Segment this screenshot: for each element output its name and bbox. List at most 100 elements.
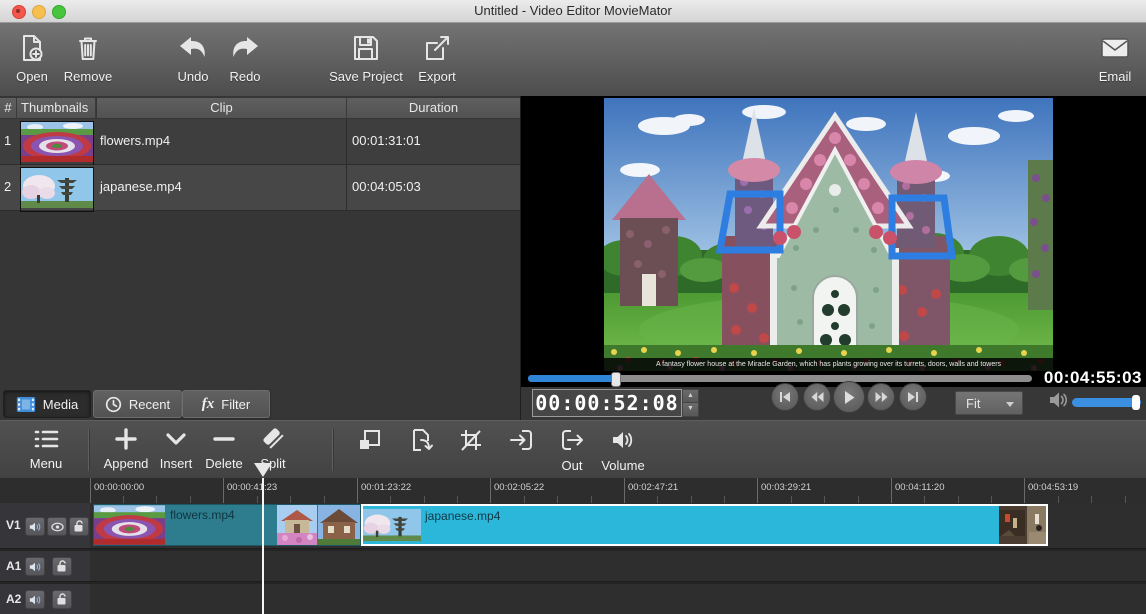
playhead-handle[interactable]	[254, 463, 272, 477]
ruler-label: 00:00:41:23	[227, 482, 277, 493]
rewind-icon	[811, 391, 824, 403]
timeline-toolbar: Menu Append Insert Delete Split	[0, 420, 1146, 479]
preview-volume-icon[interactable]	[1049, 391, 1068, 409]
col-header-duration[interactable]: Duration	[347, 98, 520, 118]
row-index: 2	[4, 179, 11, 194]
clip-label: flowers.mp4	[170, 508, 235, 522]
a1-mute-button[interactable]	[25, 557, 45, 576]
col-header-thumbnails[interactable]: Thumbnails	[17, 98, 96, 118]
save-project-button[interactable]: Save Project	[325, 33, 407, 91]
track-header-a1: A1	[0, 551, 91, 582]
ruler-label: 00:04:53:19	[1028, 482, 1078, 493]
a2-mute-button[interactable]	[25, 590, 45, 609]
clip-volume-button[interactable]: Volume	[596, 427, 650, 473]
remove-button[interactable]: Remove	[58, 33, 118, 91]
seek-bar[interactable]	[528, 375, 1032, 382]
tab-media[interactable]: Media	[3, 390, 91, 418]
timeline-menu-button[interactable]: Menu	[18, 427, 74, 471]
play-icon	[842, 390, 856, 405]
ruler-label: 00:01:23:22	[361, 482, 411, 493]
window-title: Untitled - Video Editor MovieMator	[0, 0, 1146, 22]
delete-button[interactable]: Delete	[200, 427, 248, 471]
playlist-row-flowers[interactable]: 1 flowers.mp4 00:01:31:01	[0, 119, 520, 165]
col-header-index[interactable]: #	[0, 98, 17, 118]
export-button[interactable]: Export	[412, 33, 462, 91]
set-out-button[interactable]: Out	[558, 427, 586, 473]
tab-recent[interactable]: Recent	[93, 390, 182, 418]
audio-lane-a1[interactable]	[90, 551, 1146, 582]
fast-forward-button[interactable]	[867, 383, 895, 411]
unlock-icon	[56, 560, 68, 573]
menu-list-icon	[33, 427, 59, 451]
split-blade-icon	[261, 427, 285, 451]
app-window: Untitled - Video Editor MovieMator Open …	[0, 0, 1146, 614]
row-index: 1	[4, 133, 11, 148]
append-button[interactable]: Append	[100, 427, 152, 471]
timeline-clip-japanese[interactable]: japanese.mp4	[361, 504, 1048, 546]
flowers-thumbnail	[20, 121, 94, 166]
tab-filter[interactable]: fx Filter	[182, 390, 270, 418]
chevron-down-icon	[1006, 402, 1014, 407]
redo-button[interactable]: Redo	[222, 33, 268, 91]
col-header-clip[interactable]: Clip	[97, 98, 347, 118]
email-envelope-icon	[1099, 33, 1131, 63]
preview-volume-handle[interactable]	[1132, 395, 1140, 410]
minus-icon	[212, 427, 236, 451]
timecode-display[interactable]: 00:00:52:08	[532, 389, 682, 417]
playhead-line[interactable]	[262, 478, 264, 614]
a2-lock-button[interactable]	[52, 590, 72, 609]
v1-lock-button[interactable]	[69, 517, 89, 536]
crop-button[interactable]	[457, 427, 485, 456]
track-header-a2: A2	[0, 584, 91, 614]
email-button[interactable]: Email	[1090, 33, 1140, 91]
toolbar-separator	[88, 429, 89, 471]
a1-lock-button[interactable]	[52, 557, 72, 576]
toolbar-separator	[332, 429, 333, 471]
video-lane-v1[interactable]: flowers.mp4	[90, 503, 1146, 549]
fit-label: Fit	[966, 396, 980, 411]
preview-volume-slider[interactable]	[1072, 398, 1141, 407]
skip-end-icon	[907, 391, 919, 403]
chevron-down-icon	[164, 427, 188, 451]
v1-hide-button[interactable]	[47, 517, 67, 536]
track-label: V1	[6, 518, 21, 532]
audio-lane-a2[interactable]	[90, 584, 1146, 614]
seek-progress	[528, 375, 615, 382]
properties-button[interactable]	[407, 427, 435, 456]
skip-start-icon	[779, 391, 791, 403]
play-button[interactable]	[833, 381, 865, 413]
timeline-tracks: V1 A1 A2	[0, 503, 1146, 614]
timeline-clip-flowers[interactable]: flowers.mp4	[93, 504, 361, 546]
clip-duration: 00:01:31:01	[352, 133, 421, 148]
zoom-fit-dropdown[interactable]: Fit	[955, 391, 1023, 415]
rewind-button[interactable]	[803, 383, 831, 411]
clip-name: flowers.mp4	[100, 133, 170, 148]
clock-icon	[105, 396, 122, 413]
undo-button[interactable]: Undo	[170, 33, 216, 91]
ruler-label: 00:03:29:21	[761, 482, 811, 493]
skip-to-start-button[interactable]	[771, 383, 799, 411]
set-in-button[interactable]	[508, 427, 536, 456]
clip-thumb-flowers-start	[94, 505, 165, 545]
v1-mute-button[interactable]	[25, 517, 45, 536]
open-button[interactable]: Open	[8, 33, 56, 91]
ruler-label: 00:04:11:20	[895, 482, 944, 493]
skip-to-end-button[interactable]	[899, 383, 927, 411]
position-size-icon	[357, 427, 383, 453]
ruler-label: 00:00:00:00	[94, 482, 144, 493]
unlock-icon	[56, 593, 68, 606]
export-icon	[422, 33, 452, 63]
japanese-thumbnail	[20, 167, 94, 212]
clip-duration: 00:04:05:03	[352, 179, 421, 194]
video-frame	[604, 98, 1053, 371]
playlist-row-japanese[interactable]: 2 japanese.mp4 00:04:05:03	[0, 165, 520, 211]
seek-handle[interactable]	[611, 372, 621, 387]
position-size-button[interactable]	[356, 427, 384, 456]
insert-button[interactable]: Insert	[154, 427, 198, 471]
timecode-spin-down[interactable]: ▼	[682, 402, 699, 417]
timeline-ruler[interactable]: 00:00:00:00 00:00:41:23 00:01:23:22 00:0…	[0, 478, 1146, 504]
preview-pane: A fantasy flower house at the Miracle Ga…	[521, 96, 1146, 420]
track-header-v1: V1	[0, 503, 91, 549]
document-arrow-icon	[408, 427, 434, 453]
ruler-label: 00:02:05:22	[494, 482, 544, 493]
